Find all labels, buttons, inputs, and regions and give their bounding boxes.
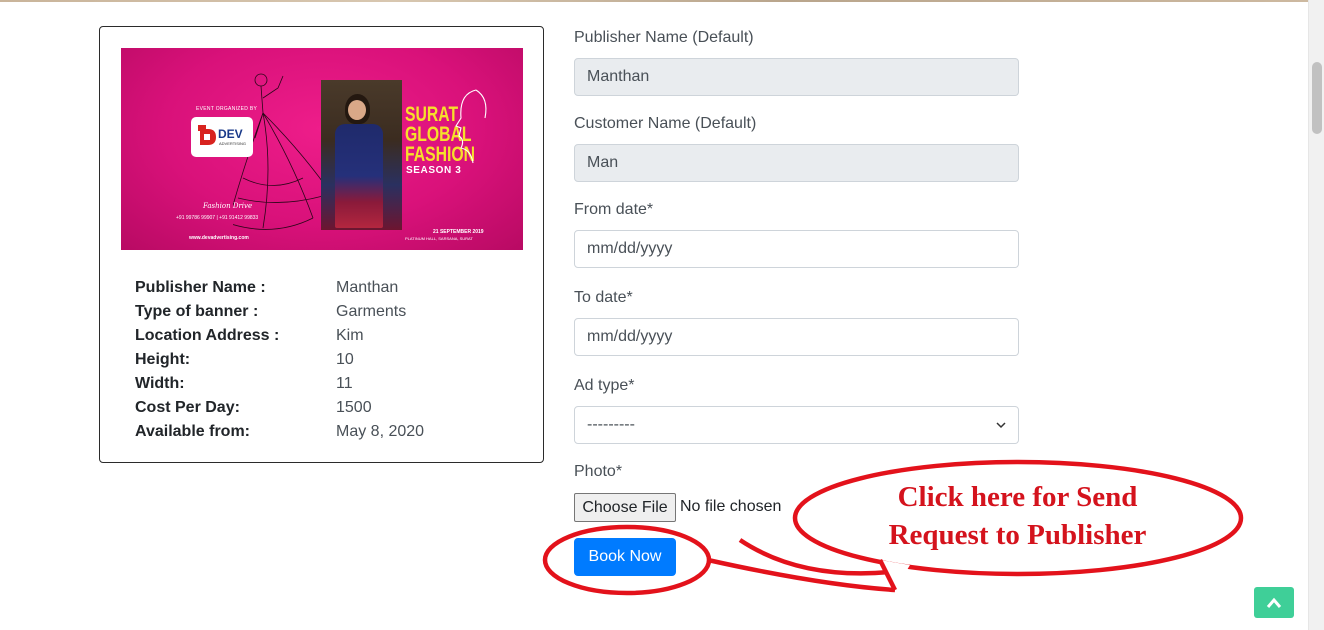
to-date-label: To date*: [574, 289, 633, 306]
ad-type-selected: ---------: [587, 416, 635, 433]
detail-row: Location Address : Kim: [135, 324, 424, 348]
detail-row: Cost Per Day: 1500: [135, 396, 424, 420]
detail-row: Available from: May 8, 2020: [135, 420, 424, 444]
model-face: [348, 100, 366, 120]
detail-row: Type of banner : Garments: [135, 300, 424, 324]
model-dress: [335, 124, 383, 228]
detail-value: Manthan: [336, 279, 399, 296]
publisher-name-field: Manthan: [574, 58, 1019, 96]
from-date-input[interactable]: mm/dd/yyyy: [574, 230, 1019, 268]
model-photo: [321, 80, 402, 230]
book-now-button[interactable]: Book Now: [574, 538, 676, 576]
from-date-placeholder: mm/dd/yyyy: [587, 240, 673, 257]
organized-by-label: EVENT ORGANIZED BY: [196, 106, 258, 112]
page-scrollbar[interactable]: [1308, 0, 1324, 630]
scrollbar-thumb[interactable]: [1312, 62, 1322, 134]
banner-signature: Fashion Drive: [203, 202, 253, 210]
to-date-input[interactable]: mm/dd/yyyy: [574, 318, 1019, 356]
detail-label: Cost Per Day:: [135, 399, 240, 416]
detail-value: 11: [336, 375, 353, 392]
callout-line-2: Request to Publisher: [888, 519, 1147, 551]
to-date-placeholder: mm/dd/yyyy: [587, 328, 673, 345]
callout-line-1: Click here for Send: [897, 481, 1138, 513]
detail-label: Width:: [135, 375, 185, 392]
top-header-strip: [0, 0, 1308, 2]
banner-venue: PLATINUM HALL, SARSANA, SURAT: [405, 236, 473, 241]
face-profile-illustration: [455, 89, 487, 164]
chevron-down-icon: [996, 422, 1006, 429]
logo-name: DEV: [218, 127, 243, 141]
callout-notch-edge: [877, 558, 898, 592]
dev-logo-mark-icon: [198, 125, 216, 145]
detail-row: Publisher Name : Manthan: [135, 276, 424, 300]
customer-name-label: Customer Name (Default): [574, 115, 757, 132]
banner-details-card: EVENT ORGANIZED BY DEV ADVERTISING SURAT…: [99, 26, 544, 463]
detail-value: 10: [336, 351, 354, 368]
detail-value: 1500: [336, 399, 372, 416]
banner-website: www.devadvertising.com: [189, 235, 249, 241]
detail-value: Kim: [336, 327, 364, 344]
customer-name-value: Man: [587, 154, 619, 171]
banner-phones: +91 99786 99907 | +91 91412 99833: [176, 215, 259, 221]
detail-row: Height: 10: [135, 348, 424, 372]
banner-event-date: 21 SEPTEMBER 2019: [433, 229, 484, 235]
ad-type-select[interactable]: ---------: [574, 406, 1019, 444]
back-to-top-button[interactable]: [1254, 587, 1294, 618]
detail-label: Location Address :: [135, 327, 280, 344]
detail-label: Type of banner :: [135, 303, 259, 320]
callout-tail-lower: [707, 557, 896, 593]
choose-file-button[interactable]: Choose File: [574, 493, 676, 522]
callout-text: Click here for Send Request to Publisher: [850, 478, 1185, 554]
publisher-name-value: Manthan: [587, 68, 650, 85]
callout-bubble-notch: [880, 560, 910, 590]
detail-label: Publisher Name :: [135, 279, 266, 296]
customer-name-field: Man: [574, 144, 1019, 182]
detail-row: Width: 11: [135, 372, 424, 396]
detail-value: Garments: [336, 303, 407, 320]
from-date-label: From date*: [574, 201, 654, 218]
publisher-name-label: Publisher Name (Default): [574, 29, 754, 46]
banner-image: EVENT ORGANIZED BY DEV ADVERTISING SURAT…: [121, 48, 523, 250]
ad-type-label: Ad type*: [574, 377, 635, 394]
chevron-up-icon: [1266, 597, 1282, 608]
dev-logo: DEV ADVERTISING: [191, 117, 253, 157]
detail-label: Height:: [135, 351, 191, 368]
detail-label: Available from:: [135, 423, 250, 440]
detail-value: May 8, 2020: [336, 423, 425, 440]
banner-details-list: Publisher Name : Manthan Type of banner :…: [135, 276, 424, 444]
photo-label: Photo*: [574, 463, 623, 480]
logo-subtitle: ADVERTISING: [219, 141, 247, 146]
file-status-text: No file chosen: [680, 498, 782, 515]
